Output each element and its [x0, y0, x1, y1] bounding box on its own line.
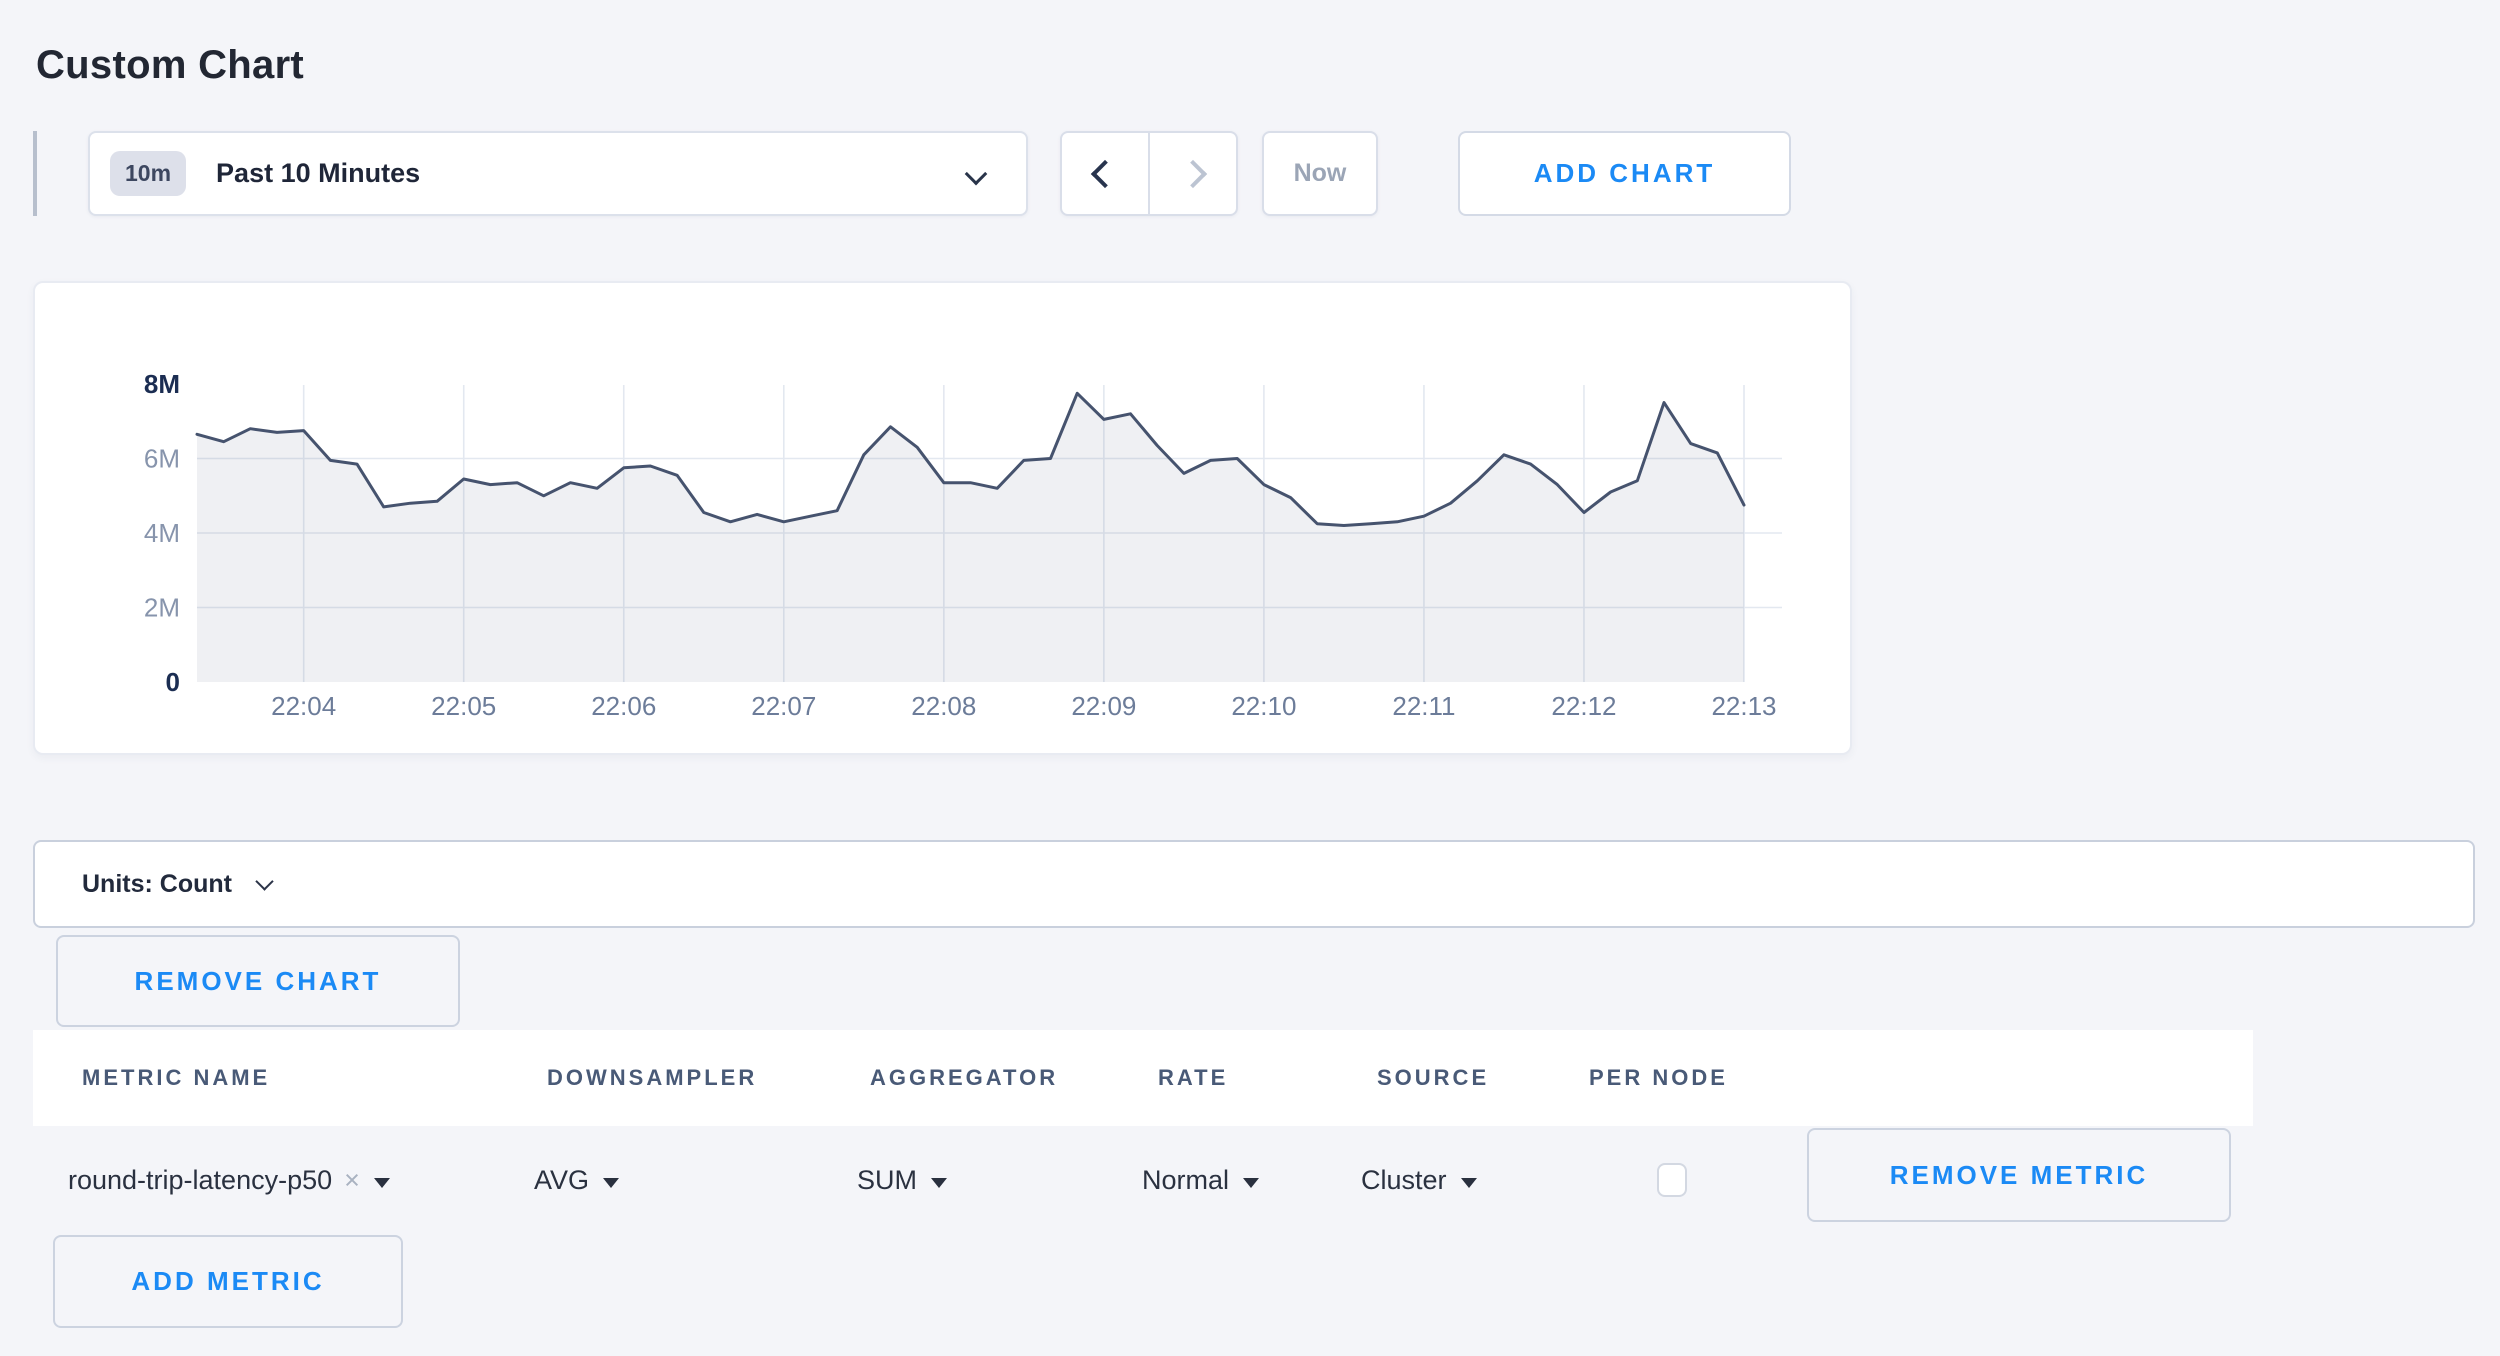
svg-text:22:04: 22:04	[271, 691, 336, 721]
svg-text:22:10: 22:10	[1231, 691, 1296, 721]
source-dropdown[interactable]: Cluster	[1361, 1126, 1477, 1235]
svg-text:0: 0	[166, 667, 180, 697]
col-header-rate: RATE	[1158, 1030, 1228, 1126]
svg-text:4M: 4M	[144, 518, 180, 548]
units-label: Units: Count	[82, 870, 232, 899]
svg-text:8M: 8M	[144, 369, 180, 399]
svg-text:22:05: 22:05	[431, 691, 496, 721]
chevron-left-icon	[1091, 159, 1119, 187]
units-dropdown[interactable]: Units: Count	[33, 840, 2475, 928]
svg-text:22:06: 22:06	[591, 691, 656, 721]
source-value: Cluster	[1361, 1165, 1447, 1196]
step-forward-button[interactable]	[1150, 133, 1236, 214]
svg-text:2M: 2M	[144, 593, 180, 623]
caret-down-icon	[1461, 1178, 1477, 1188]
page-title: Custom Chart	[36, 43, 304, 88]
add-metric-button[interactable]: ADD METRIC	[53, 1235, 403, 1328]
downsampler-value: AVG	[534, 1165, 589, 1196]
per-node-checkbox[interactable]	[1657, 1163, 1687, 1197]
svg-text:22:13: 22:13	[1711, 691, 1776, 721]
chart-card: 22:04 22:05 22:06 22:07 22:08 22:09 22:10 22:11…	[33, 281, 1852, 755]
remove-tag-icon[interactable]: ×	[344, 1165, 360, 1196]
col-header-per-node: PER NODE	[1589, 1030, 1728, 1126]
svg-text:22:08: 22:08	[911, 691, 976, 721]
metric-name-value: round-trip-latency-p50	[68, 1165, 332, 1196]
downsampler-dropdown[interactable]: AVG	[534, 1126, 619, 1235]
chevron-right-icon	[1179, 159, 1207, 187]
caret-down-icon	[1243, 1178, 1259, 1188]
time-range-dropdown[interactable]: 10m Past 10 Minutes	[88, 131, 1028, 216]
time-range-label: Past 10 Minutes	[216, 158, 420, 189]
chevron-down-icon	[255, 872, 273, 890]
col-header-source: SOURCE	[1377, 1030, 1489, 1126]
metric-row: round-trip-latency-p50 × AVG SUM Normal …	[33, 1126, 2253, 1235]
chevron-down-icon	[965, 163, 988, 186]
now-button[interactable]: Now	[1262, 131, 1378, 216]
metrics-table-header: METRIC NAME DOWNSAMPLER AGGREGATOR RATE …	[33, 1030, 2253, 1126]
caret-down-icon	[603, 1178, 619, 1188]
remove-chart-button[interactable]: REMOVE CHART	[56, 935, 460, 1027]
step-back-button[interactable]	[1062, 133, 1150, 214]
col-header-downsampler: DOWNSAMPLER	[547, 1030, 757, 1126]
rate-value: Normal	[1142, 1165, 1229, 1196]
svg-text:22:07: 22:07	[751, 691, 816, 721]
time-step-group	[1060, 131, 1238, 216]
time-series-chart: 22:04 22:05 22:06 22:07 22:08 22:09 22:10 22:11…	[35, 283, 1850, 753]
aggregator-dropdown[interactable]: SUM	[857, 1126, 947, 1235]
rate-dropdown[interactable]: Normal	[1142, 1126, 1259, 1235]
caret-down-icon	[931, 1178, 947, 1188]
svg-text:22:12: 22:12	[1551, 691, 1616, 721]
aggregator-value: SUM	[857, 1165, 917, 1196]
toolbar-divider	[33, 131, 37, 216]
time-range-badge: 10m	[110, 151, 186, 196]
remove-metric-button[interactable]: REMOVE METRIC	[1807, 1128, 2231, 1222]
col-header-aggregator: AGGREGATOR	[870, 1030, 1058, 1126]
caret-down-icon	[374, 1178, 390, 1188]
svg-text:22:11: 22:11	[1392, 691, 1455, 721]
svg-text:22:09: 22:09	[1071, 691, 1136, 721]
svg-text:6M: 6M	[144, 444, 180, 474]
metric-name-dropdown[interactable]: round-trip-latency-p50 ×	[68, 1126, 390, 1235]
add-chart-button[interactable]: ADD CHART	[1458, 131, 1791, 216]
col-header-metric-name: METRIC NAME	[82, 1030, 270, 1126]
